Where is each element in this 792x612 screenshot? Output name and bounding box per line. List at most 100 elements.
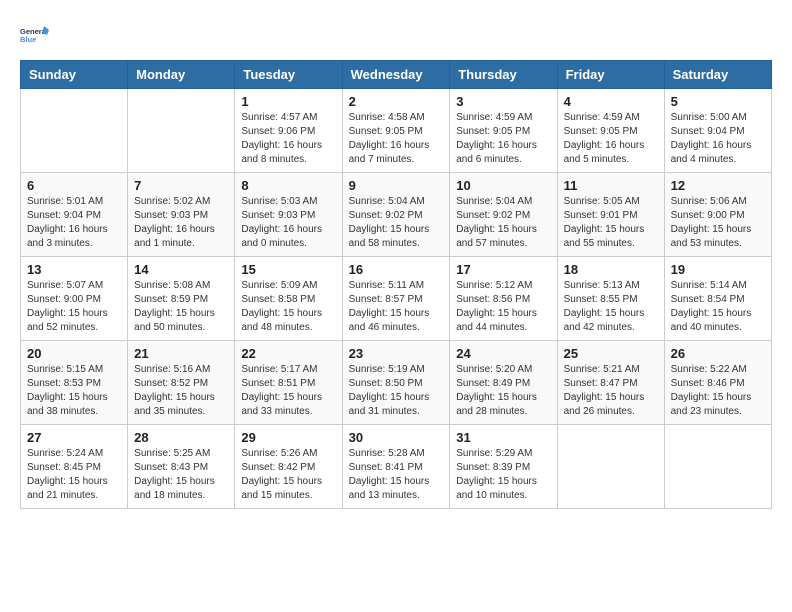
day-info: Sunrise: 5:29 AM Sunset: 8:39 PM Dayligh… xyxy=(456,447,550,503)
logo-icon: GeneralBlue xyxy=(20,20,50,50)
calendar-cell: 20 Sunrise: 5:15 AM Sunset: 8:53 PM Dayli… xyxy=(21,341,128,425)
day-info: Sunrise: 5:07 AM Sunset: 9:00 PM Dayligh… xyxy=(27,279,121,335)
day-number: 13 xyxy=(27,262,121,277)
day-number: 19 xyxy=(671,262,765,277)
day-number: 18 xyxy=(564,262,658,277)
day-number: 12 xyxy=(671,178,765,193)
day-number: 31 xyxy=(456,430,550,445)
day-number: 7 xyxy=(134,178,228,193)
calendar-cell: 13 Sunrise: 5:07 AM Sunset: 9:00 PM Dayli… xyxy=(21,257,128,341)
calendar-week-row: 13 Sunrise: 5:07 AM Sunset: 9:00 PM Dayli… xyxy=(21,257,772,341)
day-info: Sunrise: 4:59 AM Sunset: 9:05 PM Dayligh… xyxy=(564,111,658,167)
day-number: 2 xyxy=(349,94,444,109)
day-info: Sunrise: 5:13 AM Sunset: 8:55 PM Dayligh… xyxy=(564,279,658,335)
day-number: 20 xyxy=(27,346,121,361)
day-info: Sunrise: 4:57 AM Sunset: 9:06 PM Dayligh… xyxy=(241,111,335,167)
day-number: 6 xyxy=(27,178,121,193)
day-number: 24 xyxy=(456,346,550,361)
day-info: Sunrise: 5:21 AM Sunset: 8:47 PM Dayligh… xyxy=(564,363,658,419)
calendar-cell: 2 Sunrise: 4:58 AM Sunset: 9:05 PM Daylig… xyxy=(342,89,450,173)
col-header-wednesday: Wednesday xyxy=(342,61,450,89)
calendar-cell: 16 Sunrise: 5:11 AM Sunset: 8:57 PM Dayli… xyxy=(342,257,450,341)
day-info: Sunrise: 5:05 AM Sunset: 9:01 PM Dayligh… xyxy=(564,195,658,251)
calendar-header-row: SundayMondayTuesdayWednesdayThursdayFrid… xyxy=(21,61,772,89)
calendar-cell: 10 Sunrise: 5:04 AM Sunset: 9:02 PM Dayli… xyxy=(450,173,557,257)
col-header-sunday: Sunday xyxy=(21,61,128,89)
day-info: Sunrise: 5:04 AM Sunset: 9:02 PM Dayligh… xyxy=(349,195,444,251)
calendar-table: SundayMondayTuesdayWednesdayThursdayFrid… xyxy=(20,60,772,509)
day-info: Sunrise: 5:28 AM Sunset: 8:41 PM Dayligh… xyxy=(349,447,444,503)
day-number: 11 xyxy=(564,178,658,193)
calendar-cell xyxy=(21,89,128,173)
calendar-cell: 27Sunrise: 5:24 AM Sunset: 8:45 PM Dayli… xyxy=(21,425,128,509)
calendar-cell xyxy=(128,89,235,173)
col-header-friday: Friday xyxy=(557,61,664,89)
day-number: 14 xyxy=(134,262,228,277)
svg-text:Blue: Blue xyxy=(20,35,36,44)
day-info: Sunrise: 5:03 AM Sunset: 9:03 PM Dayligh… xyxy=(241,195,335,251)
day-info: Sunrise: 5:11 AM Sunset: 8:57 PM Dayligh… xyxy=(349,279,444,335)
calendar-cell: 31 Sunrise: 5:29 AM Sunset: 8:39 PM Dayli… xyxy=(450,425,557,509)
calendar-week-row: 27Sunrise: 5:24 AM Sunset: 8:45 PM Dayli… xyxy=(21,425,772,509)
col-header-thursday: Thursday xyxy=(450,61,557,89)
col-header-saturday: Saturday xyxy=(664,61,771,89)
day-number: 9 xyxy=(349,178,444,193)
calendar-cell: 3 Sunrise: 4:59 AM Sunset: 9:05 PM Daylig… xyxy=(450,89,557,173)
day-number: 5 xyxy=(671,94,765,109)
calendar-cell: 29Sunrise: 5:26 AM Sunset: 8:42 PM Dayli… xyxy=(235,425,342,509)
calendar-week-row: 20 Sunrise: 5:15 AM Sunset: 8:53 PM Dayli… xyxy=(21,341,772,425)
day-info: Sunrise: 5:24 AM Sunset: 8:45 PM Dayligh… xyxy=(27,447,121,503)
day-info: Sunrise: 4:59 AM Sunset: 9:05 PM Dayligh… xyxy=(456,111,550,167)
calendar-cell: 8 Sunrise: 5:03 AM Sunset: 9:03 PM Daylig… xyxy=(235,173,342,257)
day-number: 30 xyxy=(349,430,444,445)
calendar-cell: 6 Sunrise: 5:01 AM Sunset: 9:04 PM Daylig… xyxy=(21,173,128,257)
day-number: 22 xyxy=(241,346,335,361)
calendar-cell: 15 Sunrise: 5:09 AM Sunset: 8:58 PM Dayli… xyxy=(235,257,342,341)
day-info: Sunrise: 5:12 AM Sunset: 8:56 PM Dayligh… xyxy=(456,279,550,335)
day-info: Sunrise: 5:08 AM Sunset: 8:59 PM Dayligh… xyxy=(134,279,228,335)
day-info: Sunrise: 5:17 AM Sunset: 8:51 PM Dayligh… xyxy=(241,363,335,419)
day-number: 8 xyxy=(241,178,335,193)
calendar-cell: 11 Sunrise: 5:05 AM Sunset: 9:01 PM Dayli… xyxy=(557,173,664,257)
calendar-cell: 12Sunrise: 5:06 AM Sunset: 9:00 PM Dayli… xyxy=(664,173,771,257)
day-number: 1 xyxy=(241,94,335,109)
day-number: 25 xyxy=(564,346,658,361)
day-info: Sunrise: 5:20 AM Sunset: 8:49 PM Dayligh… xyxy=(456,363,550,419)
day-number: 23 xyxy=(349,346,444,361)
calendar-week-row: 6 Sunrise: 5:01 AM Sunset: 9:04 PM Daylig… xyxy=(21,173,772,257)
calendar-cell: 1 Sunrise: 4:57 AM Sunset: 9:06 PM Daylig… xyxy=(235,89,342,173)
day-number: 10 xyxy=(456,178,550,193)
calendar-cell xyxy=(557,425,664,509)
day-info: Sunrise: 5:02 AM Sunset: 9:03 PM Dayligh… xyxy=(134,195,228,251)
day-number: 28 xyxy=(134,430,228,445)
day-number: 15 xyxy=(241,262,335,277)
day-number: 26 xyxy=(671,346,765,361)
col-header-tuesday: Tuesday xyxy=(235,61,342,89)
day-info: Sunrise: 5:04 AM Sunset: 9:02 PM Dayligh… xyxy=(456,195,550,251)
calendar-cell: 5Sunrise: 5:00 AM Sunset: 9:04 PM Daylig… xyxy=(664,89,771,173)
page-header: GeneralBlue xyxy=(20,20,772,50)
day-info: Sunrise: 5:01 AM Sunset: 9:04 PM Dayligh… xyxy=(27,195,121,251)
calendar-cell: 28Sunrise: 5:25 AM Sunset: 8:43 PM Dayli… xyxy=(128,425,235,509)
day-number: 17 xyxy=(456,262,550,277)
day-number: 21 xyxy=(134,346,228,361)
day-number: 16 xyxy=(349,262,444,277)
calendar-cell: 17 Sunrise: 5:12 AM Sunset: 8:56 PM Dayli… xyxy=(450,257,557,341)
day-info: Sunrise: 5:16 AM Sunset: 8:52 PM Dayligh… xyxy=(134,363,228,419)
calendar-cell: 23 Sunrise: 5:19 AM Sunset: 8:50 PM Dayli… xyxy=(342,341,450,425)
day-info: Sunrise: 5:19 AM Sunset: 8:50 PM Dayligh… xyxy=(349,363,444,419)
day-info: Sunrise: 5:15 AM Sunset: 8:53 PM Dayligh… xyxy=(27,363,121,419)
calendar-cell: 14 Sunrise: 5:08 AM Sunset: 8:59 PM Dayli… xyxy=(128,257,235,341)
calendar-cell: 21 Sunrise: 5:16 AM Sunset: 8:52 PM Dayli… xyxy=(128,341,235,425)
calendar-cell: 25 Sunrise: 5:21 AM Sunset: 8:47 PM Dayli… xyxy=(557,341,664,425)
calendar-cell: 9 Sunrise: 5:04 AM Sunset: 9:02 PM Daylig… xyxy=(342,173,450,257)
calendar-cell: 22 Sunrise: 5:17 AM Sunset: 8:51 PM Dayli… xyxy=(235,341,342,425)
day-info: Sunrise: 5:09 AM Sunset: 8:58 PM Dayligh… xyxy=(241,279,335,335)
day-info: Sunrise: 5:14 AM Sunset: 8:54 PM Dayligh… xyxy=(671,279,765,335)
calendar-cell: 26Sunrise: 5:22 AM Sunset: 8:46 PM Dayli… xyxy=(664,341,771,425)
day-number: 3 xyxy=(456,94,550,109)
calendar-week-row: 1 Sunrise: 4:57 AM Sunset: 9:06 PM Daylig… xyxy=(21,89,772,173)
col-header-monday: Monday xyxy=(128,61,235,89)
day-info: Sunrise: 4:58 AM Sunset: 9:05 PM Dayligh… xyxy=(349,111,444,167)
day-number: 29 xyxy=(241,430,335,445)
